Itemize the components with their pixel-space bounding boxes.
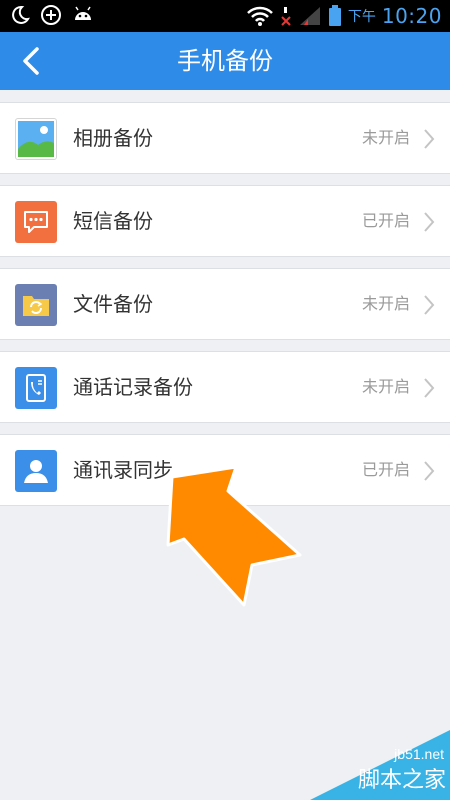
battery-icon (328, 5, 341, 26)
app-header: 手机备份 (0, 32, 450, 90)
item-status: 未开启 (361, 294, 410, 313)
chevron-right-icon (424, 295, 435, 315)
item-label: 文件备份 (73, 292, 153, 316)
sim-error-icon (281, 7, 291, 26)
signal-icon (299, 7, 320, 25)
chevron-right-icon (424, 212, 435, 232)
moon-icon (12, 5, 30, 24)
back-button[interactable] (8, 38, 54, 84)
file-backup-item[interactable]: 文件备份 未开启 (0, 268, 450, 340)
folder-sync-icon (15, 284, 57, 326)
android-icon (75, 6, 91, 20)
message-icon (15, 201, 57, 243)
photo-album-icon (15, 118, 57, 160)
chevron-left-icon (23, 47, 39, 75)
watermark-name: 脚本之家 (357, 768, 446, 793)
item-status: 已开启 (361, 460, 410, 479)
chevron-right-icon (424, 129, 435, 149)
contact-icon (15, 450, 57, 492)
page-title: 手机备份 (177, 47, 273, 75)
call-log-backup-item[interactable]: 通话记录备份 未开启 (0, 351, 450, 423)
plus-circle-icon (41, 5, 61, 25)
chevron-right-icon (424, 378, 435, 398)
pointer-arrow-icon (166, 465, 302, 607)
status-bar: 下午 10:20 (0, 0, 450, 32)
item-status: 未开启 (361, 377, 410, 396)
item-label: 通讯录同步 (73, 458, 173, 482)
status-ampm: 下午 (347, 9, 376, 25)
item-status: 未开启 (361, 128, 410, 147)
album-backup-item[interactable]: 相册备份 未开启 (0, 102, 450, 174)
item-status: 已开启 (361, 211, 410, 230)
item-label: 通话记录备份 (73, 375, 193, 399)
status-time: 10:20 (381, 4, 442, 28)
item-label: 短信备份 (73, 209, 153, 233)
item-label: 相册备份 (73, 126, 153, 150)
wifi-icon (246, 6, 273, 26)
watermark-site: jb51.net (394, 746, 444, 762)
call-log-icon (15, 367, 57, 409)
chevron-right-icon (424, 461, 435, 481)
sms-backup-item[interactable]: 短信备份 已开启 (0, 185, 450, 257)
